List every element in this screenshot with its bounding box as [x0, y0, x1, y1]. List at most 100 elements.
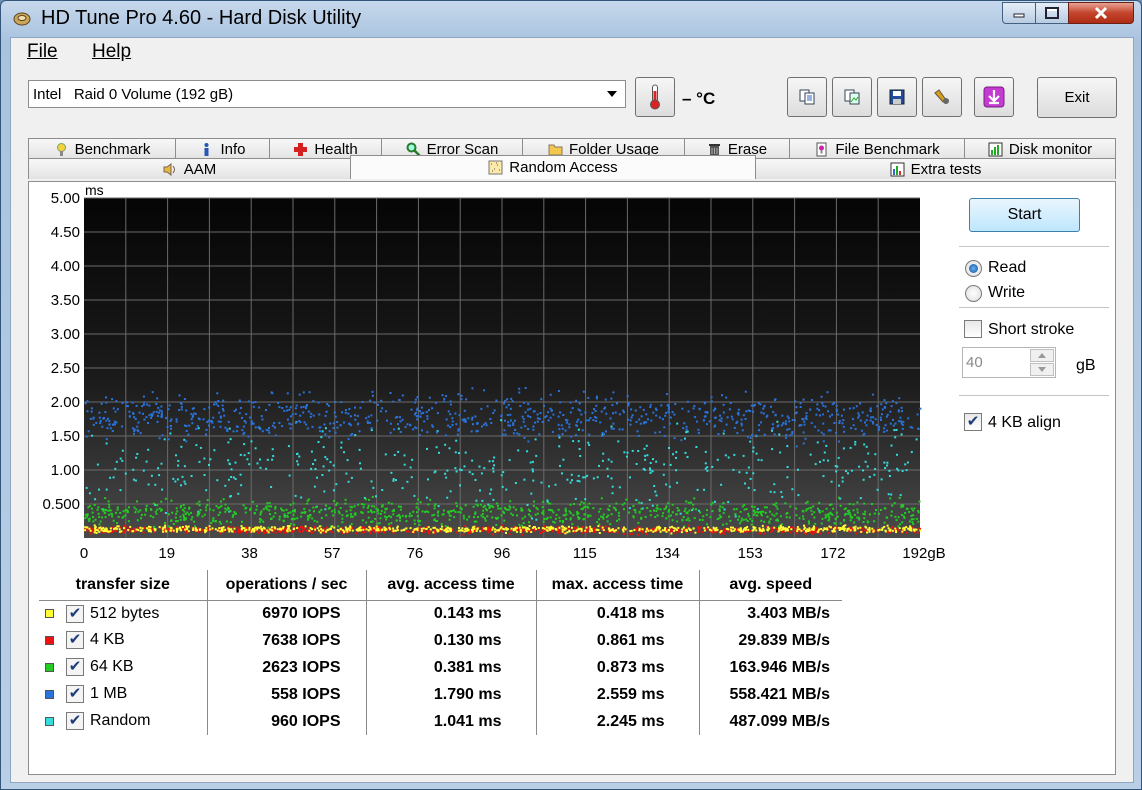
data-point: [762, 407, 765, 410]
data-point: [781, 414, 784, 417]
data-point: [121, 449, 124, 452]
exit-button[interactable]: Exit: [1037, 77, 1117, 118]
data-point: [581, 429, 584, 432]
data-point: [693, 497, 696, 500]
data-point: [675, 513, 678, 516]
align-4kb-checkbox[interactable]: ✔: [964, 413, 982, 431]
short-stroke-size-stepper[interactable]: 40: [962, 347, 1056, 378]
separator: [959, 307, 1109, 308]
read-radio[interactable]: [965, 260, 982, 277]
data-point: [692, 527, 695, 530]
tab-file-benchmark[interactable]: File Benchmark: [789, 138, 965, 159]
series-checkbox[interactable]: ✔: [66, 712, 84, 731]
maximize-button[interactable]: [1035, 2, 1069, 24]
data-point: [644, 454, 647, 457]
data-point: [166, 426, 169, 428]
short-stroke-label: Short stroke: [988, 321, 1075, 338]
data-point: [96, 463, 99, 466]
data-point: [739, 522, 742, 525]
minimize-button[interactable]: [1002, 2, 1036, 24]
data-point: [731, 418, 734, 421]
data-point: [302, 405, 305, 408]
data-point: [198, 460, 201, 463]
data-point: [629, 476, 631, 479]
data-point: [108, 420, 111, 423]
data-point: [479, 503, 482, 506]
data-point: [377, 512, 380, 515]
data-point: [289, 503, 292, 506]
spin-up-button[interactable]: [1030, 349, 1054, 362]
options-button[interactable]: [922, 77, 962, 117]
data-point: [838, 496, 840, 499]
data-point: [261, 430, 264, 433]
data-point: [586, 530, 589, 533]
tab-aam[interactable]: AAM: [28, 158, 351, 179]
series-checkbox[interactable]: ✔: [66, 658, 84, 677]
data-point: [630, 408, 633, 411]
data-point: [212, 509, 215, 512]
start-button[interactable]: Start: [969, 198, 1080, 232]
data-point: [548, 485, 550, 488]
data-point: [608, 529, 611, 532]
close-button[interactable]: [1068, 2, 1134, 24]
data-point: [916, 413, 919, 416]
close-icon: [1094, 6, 1108, 20]
data-point: [296, 527, 299, 529]
drive-select[interactable]: Intel Raid 0 Volume (192 gB): [28, 80, 626, 108]
data-point: [259, 458, 261, 461]
y-tick-label: 5.00: [51, 190, 80, 207]
y-tick-label: 1.00: [51, 462, 80, 479]
data-point: [780, 491, 783, 494]
row-avg-speed: 487.099 MB/s: [698, 708, 842, 735]
data-point: [842, 419, 845, 422]
data-point: [639, 422, 642, 425]
data-point: [99, 520, 102, 523]
copy-text-button[interactable]: [787, 77, 827, 117]
tab-benchmark[interactable]: Benchmark: [28, 138, 176, 159]
data-point: [486, 515, 489, 518]
title-bar[interactable]: HD Tune Pro 4.60 - Hard Disk Utility: [1, 1, 1141, 37]
short-stroke-checkbox[interactable]: [964, 320, 982, 338]
data-point: [665, 483, 668, 486]
temperature-button[interactable]: [635, 77, 675, 117]
data-point: [123, 525, 126, 528]
data-point: [305, 423, 308, 426]
copy-image-button[interactable]: [832, 77, 872, 117]
data-point: [797, 494, 800, 497]
tab-random-access[interactable]: Random Access: [350, 155, 756, 179]
data-point: [808, 527, 811, 530]
data-point: [825, 507, 828, 510]
series-checkbox[interactable]: ✔: [66, 631, 84, 650]
series-checkbox[interactable]: ✔: [66, 604, 84, 623]
data-point: [183, 480, 186, 483]
data-point: [212, 426, 215, 429]
speaker-icon: [163, 162, 175, 176]
tab-file-benchmark-label: File Benchmark: [835, 140, 940, 158]
data-point: [309, 514, 311, 516]
data-point: [742, 454, 745, 457]
data-point: [101, 425, 104, 428]
data-point: [339, 527, 342, 530]
tab-extra-tests[interactable]: Extra tests: [755, 158, 1116, 179]
row-avg-speed: 29.839 MB/s: [698, 627, 842, 654]
data-point: [835, 470, 838, 473]
download-button[interactable]: [974, 77, 1014, 117]
data-point: [799, 402, 802, 405]
data-point: [420, 412, 423, 415]
tab-disk-monitor[interactable]: Disk monitor: [964, 138, 1116, 159]
data-point: [496, 504, 499, 507]
menu-file[interactable]: File: [27, 41, 58, 63]
data-point: [86, 410, 89, 413]
data-point: [320, 436, 323, 439]
data-point: [602, 452, 605, 455]
data-point: [524, 387, 527, 389]
data-point: [873, 512, 876, 515]
menu-help[interactable]: Help: [92, 41, 131, 63]
tab-info[interactable]: Info: [175, 138, 270, 159]
data-point: [306, 427, 309, 430]
series-checkbox[interactable]: ✔: [66, 685, 84, 704]
write-radio[interactable]: [965, 285, 982, 302]
spin-down-button[interactable]: [1030, 363, 1054, 376]
y-tick-label: 3.00: [51, 326, 80, 343]
save-button[interactable]: [877, 77, 917, 117]
